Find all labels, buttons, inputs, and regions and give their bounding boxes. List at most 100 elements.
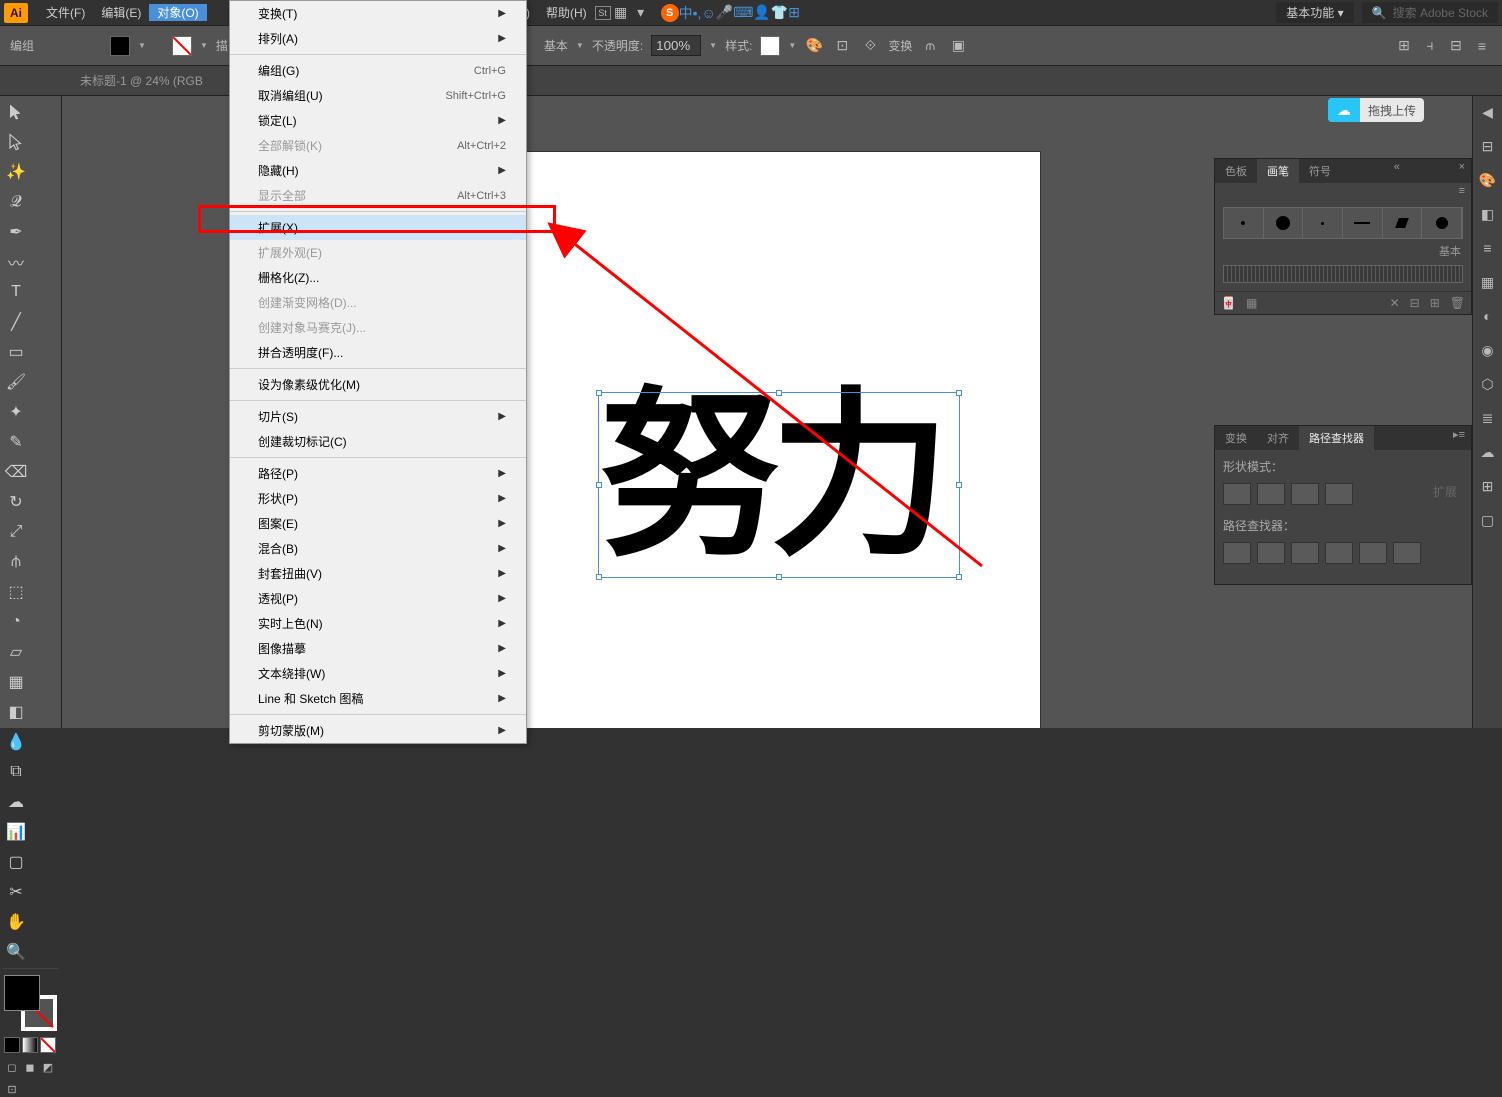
menu-item[interactable]: 栅格化(Z)... <box>230 265 526 290</box>
menu-item[interactable]: 编组(G)Ctrl+G <box>230 58 526 83</box>
menu-item[interactable]: 创建裁切标记(C) <box>230 429 526 454</box>
isolate-icon[interactable]: ⫙ <box>920 36 940 56</box>
dock-stroke-icon[interactable]: ≡ <box>1478 238 1498 258</box>
selection-tool[interactable] <box>2 98 30 126</box>
pf-crop-button[interactable] <box>1325 542 1353 564</box>
dock-asset-icon[interactable]: ⊞ <box>1478 476 1498 496</box>
color-mode-none[interactable] <box>40 1037 56 1053</box>
pf-minus-back-button[interactable] <box>1393 542 1421 564</box>
dock-transparency-icon[interactable]: ◐ <box>1478 306 1498 326</box>
pf-outline-button[interactable] <box>1359 542 1387 564</box>
brush-slot[interactable] <box>1303 208 1343 238</box>
fill-swatch[interactable] <box>110 36 130 56</box>
menu-object[interactable]: 对象(O) <box>149 4 206 21</box>
style-swatch[interactable] <box>760 36 780 56</box>
resize-handle-r[interactable] <box>956 482 962 488</box>
align-icon[interactable]: ⊡ <box>832 36 852 56</box>
dock-cc-icon[interactable]: ☁ <box>1478 442 1498 462</box>
shaper-tool[interactable]: ✦ <box>2 398 30 426</box>
brush-slot[interactable] <box>1383 208 1423 238</box>
tray-keyboard-icon[interactable]: ⌨ <box>733 4 753 21</box>
dock-layers-icon[interactable]: ≣ <box>1478 408 1498 428</box>
brush-tool[interactable]: 🖌 <box>2 368 30 396</box>
tray-grid-icon[interactable]: ⊞ <box>788 4 800 21</box>
tab-swatches[interactable]: 色板 <box>1215 159 1257 183</box>
brush-library-icon[interactable]: 🀄 <box>1221 296 1236 310</box>
graph-tool[interactable]: 📊 <box>2 818 30 846</box>
mask-icon[interactable]: ▣ <box>948 36 968 56</box>
panel-close-icon[interactable]: × <box>1453 159 1471 183</box>
tab-brushes[interactable]: 画笔 <box>1257 159 1299 183</box>
menu-item[interactable]: 拼合透明度(F)... <box>230 340 526 365</box>
tab-align[interactable]: 对齐 <box>1257 426 1299 450</box>
pf-intersect-button[interactable] <box>1291 483 1319 505</box>
search-stock[interactable]: 🔍 搜索 Adobe Stock <box>1362 2 1498 23</box>
brush-remove-icon[interactable]: ✕ <box>1390 296 1400 310</box>
sogou-icon[interactable]: S <box>661 4 679 22</box>
brush-ruler[interactable] <box>1223 265 1463 283</box>
dock-appearance-icon[interactable]: ◉ <box>1478 340 1498 360</box>
mesh-tool[interactable]: ▦ <box>2 668 30 696</box>
color-mode-solid[interactable] <box>4 1037 20 1053</box>
brush-slot[interactable] <box>1422 208 1462 238</box>
opacity-input[interactable] <box>651 35 701 56</box>
pf-minus-front-button[interactable] <box>1257 483 1285 505</box>
eyedropper-tool[interactable]: 💧 <box>2 728 30 756</box>
tab-transform[interactable]: 变换 <box>1215 426 1257 450</box>
panel-menu-icon[interactable]: ≡ <box>1453 183 1471 199</box>
tray-shirt-icon[interactable]: 👕 <box>771 4 788 21</box>
menu-item[interactable]: 剪切蒙版(M)▶ <box>230 718 526 743</box>
tray-person-icon[interactable]: 👤 <box>753 4 770 21</box>
panel-menu-icon[interactable]: ▸≡ <box>1447 426 1471 450</box>
menu-item[interactable]: Line 和 Sketch 图稿▶ <box>230 686 526 711</box>
zoom-tool[interactable]: 🔍 <box>2 938 30 966</box>
gradient-tool[interactable]: ◧ <box>2 698 30 726</box>
menu-item[interactable]: 隐藏(H)▶ <box>230 158 526 183</box>
brush-slot[interactable] <box>1343 208 1383 238</box>
stroke-dropdown-icon[interactable]: ▼ <box>200 41 208 50</box>
fill-indicator[interactable] <box>4 975 40 1011</box>
st-icon[interactable]: St <box>595 6 611 20</box>
menu-file[interactable]: 文件(F) <box>38 4 93 21</box>
scale-tool[interactable]: ⤢ <box>2 518 30 546</box>
draw-behind-icon[interactable]: ◼ <box>22 1059 38 1075</box>
curvature-tool[interactable]: 〰 <box>2 248 30 276</box>
screen-mode-icon[interactable]: ⊡ <box>4 1081 20 1097</box>
brush-lib2-icon[interactable]: ▦ <box>1246 296 1257 310</box>
dock-gradient-icon[interactable]: ▦ <box>1478 272 1498 292</box>
brush-dropdown-icon[interactable]: ▼ <box>576 41 584 50</box>
pf-trim-button[interactable] <box>1257 542 1285 564</box>
menu-item[interactable]: 图像描摹▶ <box>230 636 526 661</box>
dock-colorguide-icon[interactable]: ◧ <box>1478 204 1498 224</box>
panel-collapse-icon[interactable]: « <box>1388 159 1406 183</box>
tray-mic-icon[interactable]: 🎤 <box>716 4 733 21</box>
brush-delete-icon[interactable]: 🗑 <box>1450 296 1465 310</box>
fill-stroke-indicator[interactable] <box>4 975 57 1031</box>
menu-item[interactable]: 变换(T)▶ <box>230 1 526 26</box>
artboard-tool[interactable]: ▢ <box>2 848 30 876</box>
transform-icon[interactable]: ⟐ <box>860 36 880 56</box>
menu-item[interactable]: 切片(S)▶ <box>230 404 526 429</box>
tab-pathfinder[interactable]: 路径查找器 <box>1299 426 1374 450</box>
hand-tool[interactable]: ✋ <box>2 908 30 936</box>
opacity-dropdown-icon[interactable]: ▼ <box>709 41 717 50</box>
resize-handle-b[interactable] <box>776 574 782 580</box>
magic-wand-tool[interactable]: ✨ <box>2 158 30 186</box>
fill-dropdown-icon[interactable]: ▼ <box>138 41 146 50</box>
upload-button[interactable]: ☁ 拖拽上传 <box>1328 98 1424 122</box>
menu-item[interactable]: 排列(A)▶ <box>230 26 526 51</box>
pf-exclude-button[interactable] <box>1325 483 1353 505</box>
menu-item[interactable]: 实时上色(N)▶ <box>230 611 526 636</box>
color-mode-gradient[interactable] <box>22 1037 38 1053</box>
pf-merge-button[interactable] <box>1291 542 1319 564</box>
tray-smile-icon[interactable]: ☺ <box>701 5 715 21</box>
ime-zhong[interactable]: 中 <box>679 3 693 23</box>
layout-icon-3[interactable]: ⊟ <box>1446 36 1466 56</box>
panel-menu-icon[interactable]: ≡ <box>1472 36 1492 56</box>
rotate-tool[interactable]: ↻ <box>2 488 30 516</box>
brush-options-icon[interactable]: ⊟ <box>1410 296 1420 310</box>
arrange-dropdown-icon[interactable]: ▾ <box>631 3 651 23</box>
style-dropdown-icon[interactable]: ▼ <box>788 41 796 50</box>
resize-handle-l[interactable] <box>596 482 602 488</box>
eraser-tool[interactable]: ⌫ <box>2 458 30 486</box>
